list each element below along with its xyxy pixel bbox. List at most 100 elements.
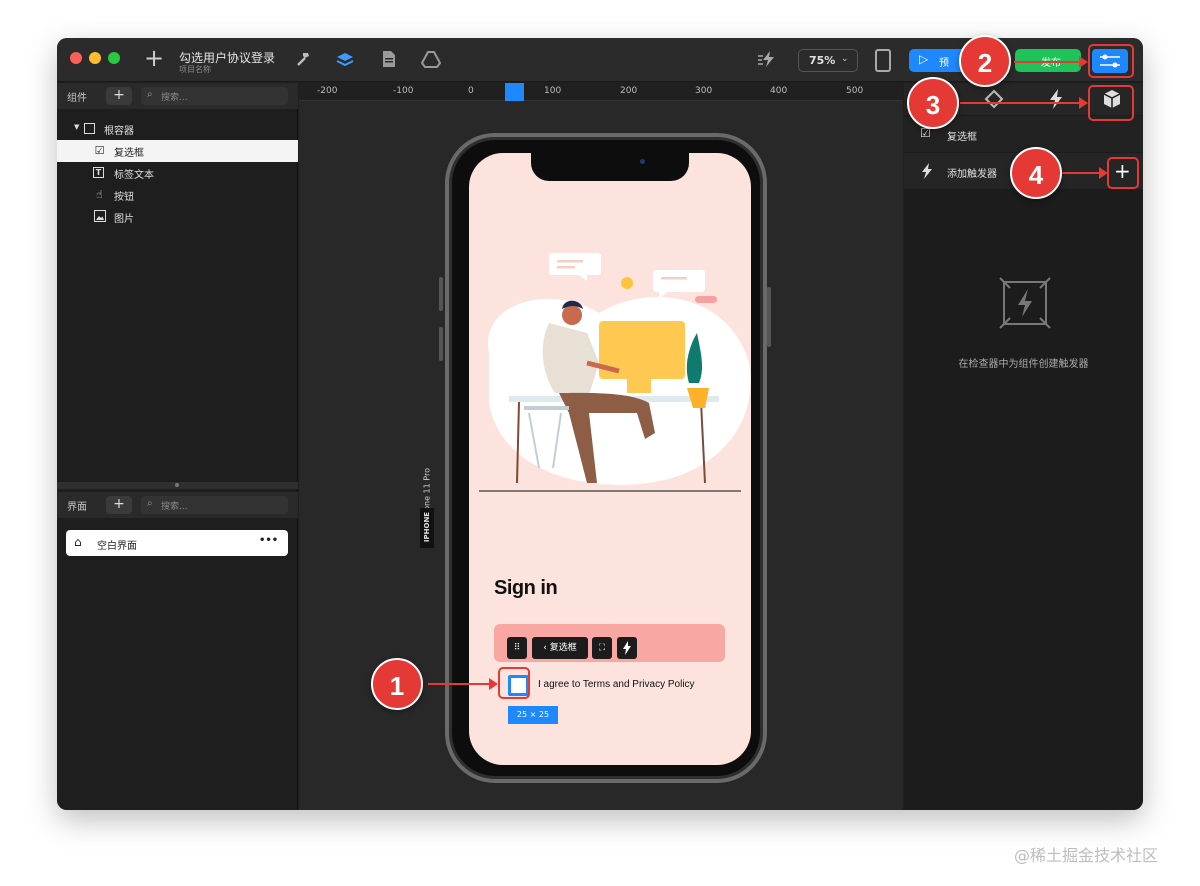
screen-item[interactable]: ⌂ 空白界面 •••	[66, 530, 288, 556]
project-subtitle: 项目名称	[179, 65, 211, 74]
zoom-window-button[interactable]	[108, 52, 120, 64]
tree-item-label: 图片	[114, 214, 134, 225]
workspace-illustration	[479, 253, 751, 492]
preview-label: 预	[939, 58, 949, 69]
add-trigger-label: 添加触发器	[947, 169, 997, 180]
ruler-label: 500	[846, 86, 864, 96]
drag-handle-icon[interactable]: ⠿	[507, 637, 527, 659]
screen-search-placeholder: 搜索...	[161, 502, 188, 512]
screen-item-label: 空白界面	[97, 541, 137, 552]
tree-item-image[interactable]: 图片	[57, 206, 298, 228]
tree-item-root[interactable]: ▼ 根容器	[57, 118, 298, 140]
annotation-highlight-1	[498, 667, 530, 699]
tree-item-label: 复选框	[114, 148, 144, 159]
text-icon: T	[93, 167, 104, 178]
component-search-input[interactable]: ⌕ 搜索...	[141, 87, 288, 105]
document-icon[interactable]	[379, 50, 399, 70]
lightning-icon	[922, 163, 932, 179]
ruler-label: -100	[393, 86, 414, 96]
annotation-highlight-4	[1107, 157, 1139, 189]
agree-label: I agree to Terms and Privacy Policy	[538, 679, 695, 690]
splitter-grip-icon	[175, 483, 179, 487]
zoom-select[interactable]: 75% ⌄	[798, 49, 858, 72]
caret-down-icon[interactable]: ▼	[74, 123, 79, 131]
annotation-badge-1: 1	[371, 658, 423, 710]
ruler-label: 100	[544, 86, 562, 96]
screen-search-input[interactable]: ⌕ 搜索...	[141, 496, 288, 514]
watermark: @稀土掘金技术社区	[1014, 846, 1159, 865]
ruler-label: 300	[695, 86, 713, 96]
tree-item-label: 根容器	[104, 126, 134, 137]
annotation-highlight-2	[1088, 44, 1134, 78]
arrowhead-icon	[1079, 56, 1088, 68]
play-icon: ▷	[919, 52, 929, 66]
annotation-arrow-4	[1062, 172, 1100, 174]
add-icon[interactable]: +	[143, 46, 165, 70]
search-icon: ⌕	[147, 498, 153, 509]
arrowhead-icon	[489, 678, 498, 690]
more-options-icon[interactable]: •••	[259, 535, 278, 546]
component-search-placeholder: 搜索...	[161, 93, 188, 103]
device-icon[interactable]	[875, 49, 891, 72]
annotation-highlight-3	[1088, 85, 1134, 121]
ruler-label: 0	[468, 86, 474, 96]
left-panel: 组件 + ⌕ 搜索... ▼ 根容器 ☑ 复选框 T 标签文本 ☝ 按钮 图片 …	[57, 83, 298, 810]
tab-triggers[interactable]	[1044, 87, 1068, 111]
annotation-badge-2: 2	[959, 35, 1011, 87]
parent-select-button[interactable]: ‹ 复选框	[532, 637, 588, 659]
component-name: 复选框	[947, 132, 977, 143]
close-window-button[interactable]	[70, 52, 82, 64]
ruler-label: -200	[317, 86, 338, 96]
search-icon: ⌕	[147, 89, 153, 100]
screens-label: 界面	[67, 502, 87, 513]
toolbar-component-label: 复选框	[549, 643, 577, 653]
annotation-arrow-2	[1014, 61, 1080, 63]
arrowhead-icon	[1079, 97, 1088, 109]
sign-in-heading: Sign in	[494, 577, 558, 599]
fit-frame-icon[interactable]: ⛶	[592, 637, 612, 659]
ruler-label: 200	[620, 86, 638, 96]
image-icon	[93, 210, 106, 223]
tab-layout[interactable]	[982, 87, 1006, 111]
ruler-label: 400	[770, 86, 788, 96]
zoom-value: 75%	[809, 54, 836, 67]
tree-item-text-label[interactable]: T 标签文本	[57, 162, 298, 184]
screens-header: 界面 + ⌕ 搜索...	[57, 492, 298, 518]
container-icon	[84, 123, 95, 134]
horizontal-ruler: -200 -100 0 100 200 300 400 500	[299, 83, 903, 101]
camera-icon	[640, 159, 645, 164]
panel-splitter[interactable]	[57, 482, 298, 489]
power-button	[767, 287, 771, 347]
layers-icon[interactable]	[335, 50, 355, 70]
tree-item-label: 按钮	[114, 192, 134, 203]
components-label: 组件	[67, 93, 87, 104]
tree-item-checkbox[interactable]: ☑ 复选框	[57, 140, 298, 162]
phone-notch	[531, 153, 689, 181]
checkbox-icon: ☑	[94, 144, 105, 157]
home-icon: ⌂	[74, 535, 82, 549]
drive-icon[interactable]	[420, 50, 442, 70]
annotation-badge-4: 4	[1010, 147, 1062, 199]
ruler-selection-marker	[505, 83, 524, 101]
annotation-arrow-3	[960, 102, 1080, 104]
annotation-arrow-1	[428, 683, 490, 685]
empty-trigger-hint: 在检查器中为组件创建触发器	[958, 359, 1089, 370]
add-component-button[interactable]: +	[106, 87, 132, 105]
lightning-play-icon[interactable]	[757, 50, 777, 70]
hammer-icon[interactable]	[293, 50, 313, 70]
arrowhead-icon	[1099, 167, 1108, 179]
tree-item-button[interactable]: ☝ 按钮	[57, 184, 298, 206]
minimize-window-button[interactable]	[89, 52, 101, 64]
annotation-badge-3: 3	[907, 77, 959, 129]
hand-pointer-icon: ☝	[96, 188, 103, 201]
tree-item-label: 标签文本	[114, 170, 154, 181]
volume-down-button	[439, 327, 443, 361]
size-tag: 25 × 25	[508, 706, 558, 724]
add-screen-button[interactable]: +	[106, 496, 132, 514]
components-header: 组件 + ⌕ 搜索...	[57, 83, 298, 109]
lightning-icon[interactable]	[617, 637, 637, 659]
volume-up-button	[439, 277, 443, 311]
trigger-placeholder-icon	[999, 277, 1051, 329]
device-family-label: IPHONE	[420, 508, 434, 548]
chevron-down-icon: ⌄	[841, 54, 849, 64]
